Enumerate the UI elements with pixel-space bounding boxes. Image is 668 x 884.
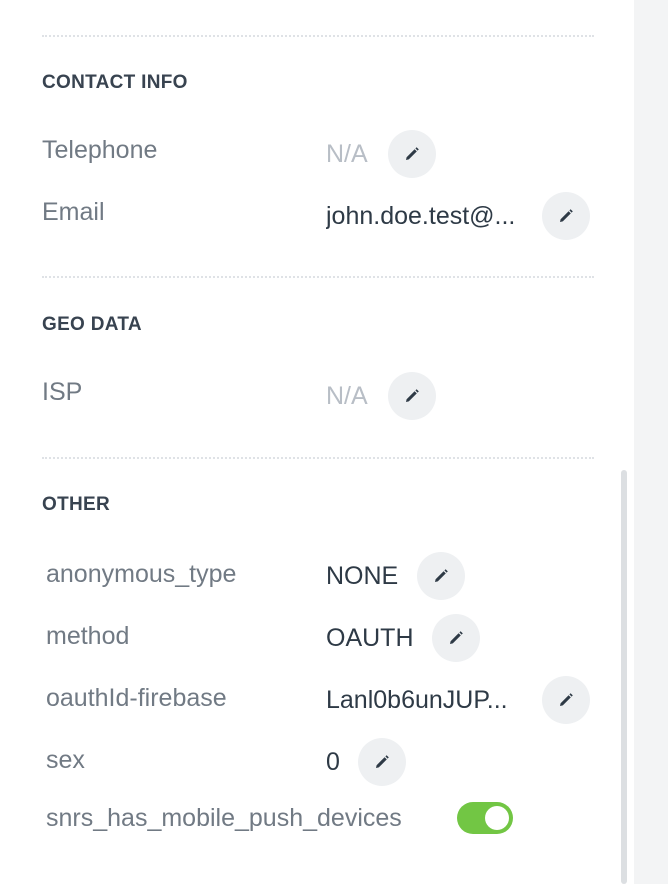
- scrollbar[interactable]: [621, 470, 627, 884]
- edit-email-button[interactable]: [542, 192, 590, 240]
- edit-isp-button[interactable]: [388, 372, 436, 420]
- section-divider: [42, 35, 594, 37]
- email-value: john.doe.test@...: [326, 202, 516, 230]
- pencil-icon: [450, 631, 463, 644]
- pencil-icon: [435, 569, 448, 582]
- method-value: OAUTH: [326, 624, 414, 652]
- edit-oauthid-firebase-button[interactable]: [542, 676, 590, 724]
- other-title: OTHER: [42, 494, 110, 515]
- oauthid-firebase-label: oauthId-firebase: [46, 684, 227, 712]
- anonymous-type-value: NONE: [326, 562, 399, 590]
- pencil-icon: [406, 147, 419, 160]
- pencil-icon: [560, 209, 573, 222]
- edit-anonymous-type-button[interactable]: [417, 552, 465, 600]
- telephone-label: Telephone: [42, 136, 158, 164]
- section-divider: [42, 276, 594, 278]
- telephone-value: N/A: [326, 140, 368, 168]
- edit-sex-button[interactable]: [358, 738, 406, 786]
- anonymous-type-label: anonymous_type: [46, 560, 237, 588]
- sex-label: sex: [46, 746, 85, 774]
- push-devices-toggle[interactable]: [457, 802, 513, 834]
- edit-method-button[interactable]: [432, 614, 480, 662]
- pencil-icon: [376, 755, 389, 768]
- sex-value: 0: [326, 748, 340, 776]
- email-label: Email: [42, 198, 105, 226]
- isp-value: N/A: [326, 382, 368, 410]
- contact-info-title: CONTACT INFO: [42, 72, 188, 93]
- toggle-knob: [485, 806, 509, 830]
- isp-label: ISP: [42, 378, 83, 406]
- section-divider: [42, 457, 594, 459]
- edit-telephone-button[interactable]: [388, 130, 436, 178]
- geo-data-title: GEO DATA: [42, 314, 142, 335]
- push-devices-label: snrs_has_mobile_push_devices: [46, 804, 402, 832]
- method-label: method: [46, 622, 130, 650]
- pencil-icon: [406, 389, 419, 402]
- profile-attributes-panel: CONTACT INFO Telephone N/A Email john.do…: [0, 0, 634, 884]
- pencil-icon: [560, 693, 573, 706]
- oauthid-firebase-value: Lanl0b6unJUP...: [326, 686, 508, 714]
